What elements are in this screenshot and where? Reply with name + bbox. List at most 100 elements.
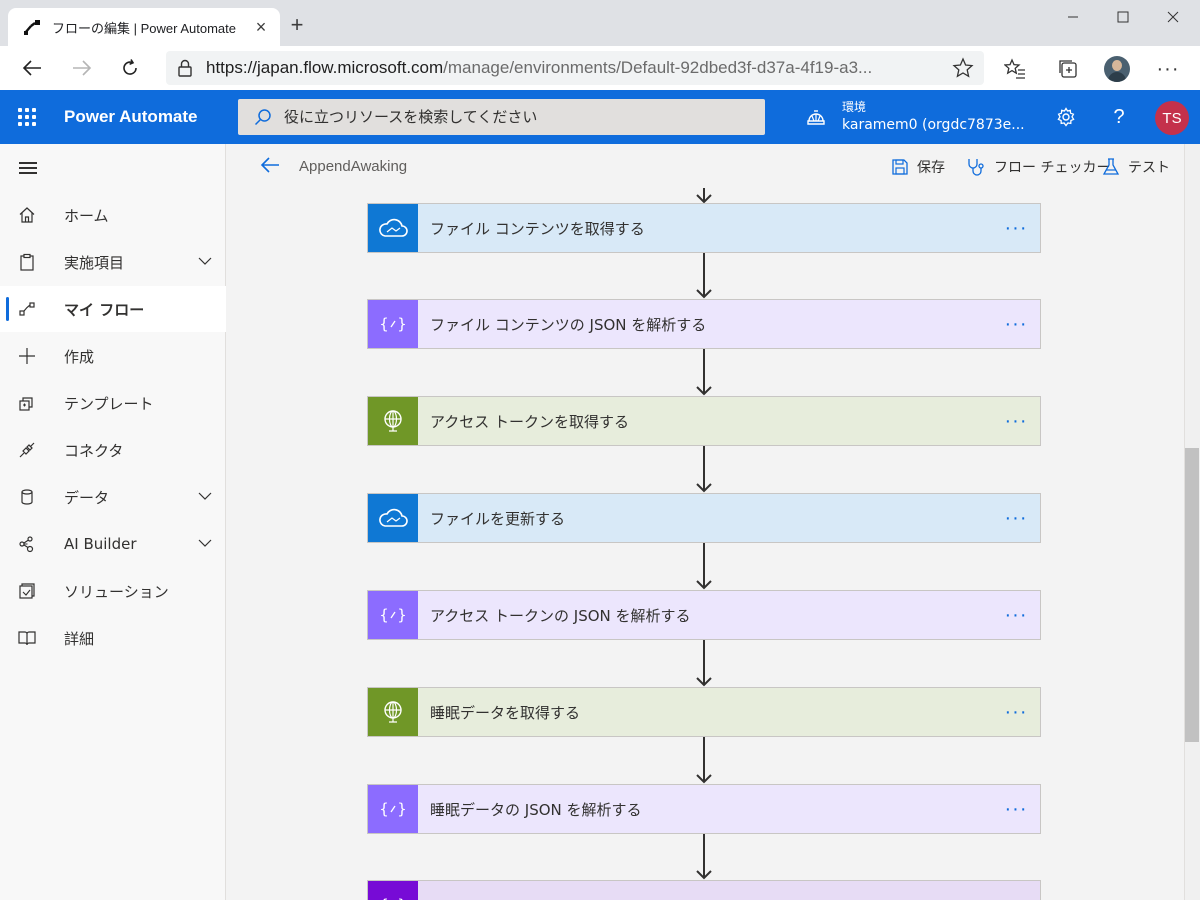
connector-arrow: [696, 543, 712, 590]
left-navigation: ホーム 実施項目 マイ フロー 作成 テンプレート コネクタ データ AI Bu…: [0, 144, 226, 900]
sidebar-item-my-flows[interactable]: マイ フロー: [0, 286, 226, 332]
flow-checker-button[interactable]: フロー チェッカー: [966, 156, 1110, 178]
connector-arrow: [696, 737, 712, 784]
connector-icon: [0, 441, 64, 459]
step-title: ファイル コンテンツを取得する: [430, 219, 645, 238]
refresh-icon[interactable]: [114, 52, 146, 84]
flow-icon: [0, 300, 64, 318]
step-title: アクセス トークンの JSON を解析する: [430, 606, 691, 625]
user-avatar[interactable]: TS: [1155, 101, 1189, 135]
connector-arrow: [696, 188, 712, 204]
more-options-icon[interactable]: ···: [992, 799, 1040, 819]
minimize-icon[interactable]: [1050, 0, 1096, 34]
test-label: テスト: [1128, 160, 1170, 176]
hamburger-menu-icon[interactable]: [19, 162, 37, 174]
forward-arrow-icon[interactable]: [66, 52, 98, 84]
stethoscope-icon: [968, 159, 984, 176]
chevron-down-icon[interactable]: [198, 254, 212, 272]
chevron-down-icon[interactable]: [198, 489, 212, 507]
flow-name: AppendAwaking: [299, 158, 408, 175]
flow-step[interactable]: { } 睡眠データの JSON を解析する ···: [367, 784, 1041, 834]
variable-icon: {x}: [368, 881, 418, 900]
more-options-icon[interactable]: ···: [992, 314, 1040, 334]
tab-close-icon[interactable]: ×: [252, 18, 270, 36]
onedrive-cloud-icon: [368, 494, 418, 542]
flow-step[interactable]: {x}: [367, 880, 1041, 900]
sidebar-item-learn[interactable]: 詳細: [0, 615, 226, 661]
step-title: アクセス トークンを取得する: [430, 412, 630, 431]
new-tab-icon[interactable]: +: [286, 14, 308, 36]
more-options-icon[interactable]: ···: [992, 702, 1040, 722]
favorite-star-icon[interactable]: [952, 57, 974, 84]
sidebar-item-data[interactable]: データ: [0, 474, 226, 520]
sidebar-item-label: ホーム: [64, 206, 109, 225]
flow-step[interactable]: ファイル コンテンツを取得する ···: [367, 203, 1041, 253]
flow-checker-label: フロー チェッカー: [994, 160, 1111, 176]
settings-gear-icon[interactable]: [1053, 104, 1079, 130]
more-options-icon[interactable]: ···: [992, 411, 1040, 431]
flow-step[interactable]: { } ファイル コンテンツの JSON を解析する ···: [367, 299, 1041, 349]
solution-icon: [0, 582, 64, 600]
step-title: 睡眠データを取得する: [430, 703, 581, 722]
connector-arrow: [696, 253, 712, 299]
maximize-icon[interactable]: [1100, 0, 1146, 34]
flow-step[interactable]: ファイルを更新する ···: [367, 493, 1041, 543]
browser-tab[interactable]: フローの編集 | Power Automate ×: [8, 8, 280, 46]
sidebar-item-create[interactable]: 作成: [0, 333, 226, 379]
power-automate-favicon-icon: [24, 20, 40, 35]
sidebar-item-label: データ: [64, 488, 110, 507]
template-icon: [0, 394, 64, 412]
help-icon[interactable]: ?: [1106, 104, 1132, 130]
chevron-down-icon[interactable]: [198, 536, 212, 554]
plus-icon: [0, 347, 64, 365]
url-host: https://japan.flow.microsoft.com: [206, 58, 444, 77]
more-options-icon[interactable]: ···: [992, 508, 1040, 528]
collections-icon[interactable]: [1055, 56, 1081, 82]
save-button[interactable]: 保存: [891, 156, 945, 178]
clipboard-icon: [0, 253, 64, 271]
ai-builder-icon: [0, 535, 64, 553]
onedrive-cloud-icon: [368, 204, 418, 252]
sidebar-item-solutions[interactable]: ソリューション: [0, 568, 226, 614]
http-globe-icon: [368, 688, 418, 736]
sidebar-item-label: AI Builder: [64, 535, 137, 553]
back-arrow-icon[interactable]: [16, 52, 48, 84]
flow-step[interactable]: 睡眠データを取得する ···: [367, 687, 1041, 737]
environment-name: karamem0 (orgdc7873e...: [842, 117, 1025, 133]
app-launcher-icon[interactable]: [18, 108, 36, 126]
search-box[interactable]: [238, 99, 765, 135]
database-icon: [0, 488, 64, 506]
parse-json-icon: { }: [368, 785, 418, 833]
flow-designer-canvas: ファイル コンテンツを取得する ··· { } ファイル コンテンツの JSON…: [226, 188, 1184, 900]
profile-avatar[interactable]: [1104, 56, 1130, 82]
environment-picker[interactable]: 環境 karamem0 (orgdc7873e...: [806, 97, 1025, 137]
sidebar-item-templates[interactable]: テンプレート: [0, 380, 226, 426]
more-options-icon[interactable]: ···: [992, 218, 1040, 238]
environment-label: 環境: [842, 100, 867, 114]
sidebar-item-ai-builder[interactable]: AI Builder: [0, 521, 226, 567]
flow-step[interactable]: アクセス トークンを取得する ···: [367, 396, 1041, 446]
browser-toolbar: https://japan.flow.microsoft.com/manage/…: [0, 46, 1200, 90]
sidebar-item-connectors[interactable]: コネクタ: [0, 427, 226, 473]
window-close-icon[interactable]: [1150, 0, 1196, 34]
step-title: ファイル コンテンツの JSON を解析する: [430, 315, 707, 334]
search-input[interactable]: [284, 108, 744, 126]
connector-arrow: [696, 349, 712, 396]
browser-menu-icon[interactable]: ···: [1155, 56, 1181, 82]
sidebar-item-label: ソリューション: [64, 582, 169, 601]
app-header: Power Automate 環境 karamem0 (orgdc7873e..…: [0, 90, 1200, 144]
test-button[interactable]: テスト: [1102, 156, 1170, 178]
flow-step[interactable]: { } アクセス トークンの JSON を解析する ···: [367, 590, 1041, 640]
sidebar-item-label: 詳細: [64, 629, 95, 648]
address-bar[interactable]: https://japan.flow.microsoft.com/manage/…: [166, 51, 984, 85]
favorites-list-icon[interactable]: [1002, 56, 1028, 82]
sidebar-item-home[interactable]: ホーム: [0, 192, 226, 238]
more-options-icon[interactable]: ···: [992, 605, 1040, 625]
scrollbar-thumb[interactable]: [1185, 448, 1199, 742]
step-title: 睡眠データの JSON を解析する: [430, 800, 642, 819]
book-icon: [0, 629, 64, 647]
sidebar-item-action-items[interactable]: 実施項目: [0, 239, 226, 285]
sidebar-item-label: 作成: [64, 347, 95, 366]
back-arrow-icon[interactable]: [260, 156, 280, 179]
app-name[interactable]: Power Automate: [64, 107, 198, 127]
